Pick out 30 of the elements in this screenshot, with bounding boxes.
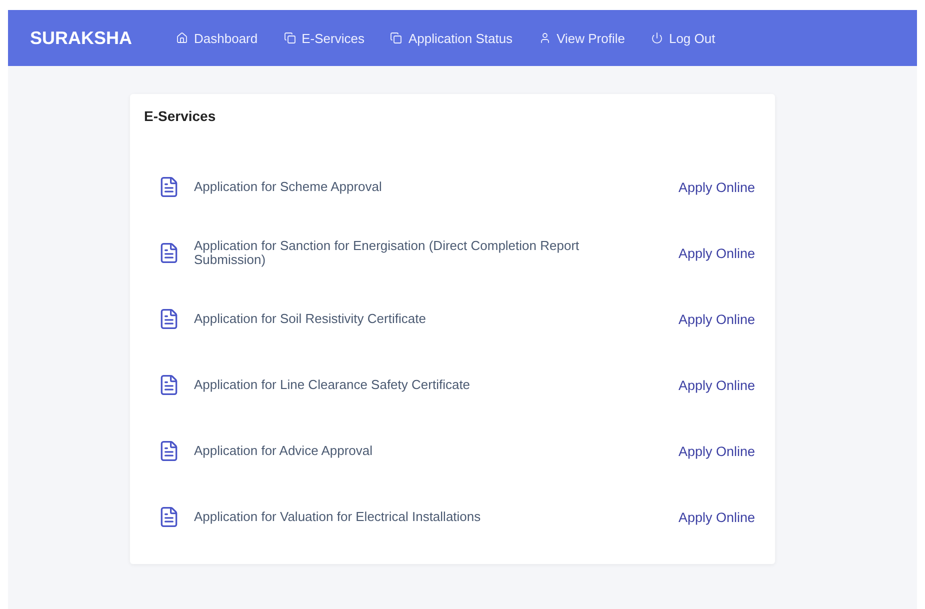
apply-online-link[interactable]: Apply Online — [678, 444, 755, 458]
document-icon — [158, 440, 180, 462]
apply-online-link[interactable]: Apply Online — [678, 180, 755, 194]
tabs-icon — [284, 32, 296, 44]
document-icon — [158, 374, 180, 396]
document-icon — [158, 176, 180, 198]
service-name: Application for Valuation for Electrical Installations — [194, 510, 482, 524]
document-icon — [158, 242, 180, 264]
nav-link[interactable]: Log Out — [650, 30, 716, 46]
nav-link[interactable]: View Profile — [538, 30, 625, 46]
apply-online-link[interactable]: Apply Online — [678, 378, 755, 392]
brand-logo[interactable]: SURAKSHA — [30, 28, 132, 48]
nav-link[interactable]: Application Status — [390, 30, 513, 46]
service-name: Application for Sanction for Energisation (Direct Completion Report Submission) — [194, 239, 580, 267]
power-icon — [650, 32, 663, 44]
service-name: Application for Advice Approval — [194, 444, 374, 458]
apply-online-link[interactable]: Apply Online — [678, 312, 755, 326]
service-name: Application for Soil Resistivity Certificate — [194, 312, 427, 326]
document-icon — [158, 308, 180, 330]
nav-link[interactable]: E-Services — [284, 30, 364, 46]
card-title: E-Services — [144, 108, 217, 124]
document-icon — [158, 506, 180, 528]
apply-online-link[interactable]: Apply Online — [678, 510, 755, 524]
nav-link[interactable]: Dashboard — [176, 30, 258, 46]
service-name: Application for Scheme Approval — [194, 180, 383, 194]
home-icon — [176, 32, 188, 44]
tabs-icon — [390, 32, 402, 44]
apply-online-link[interactable]: Apply Online — [678, 246, 755, 260]
user-icon — [538, 32, 551, 44]
service-name: Application for Line Clearance Safety Certificate — [194, 378, 472, 392]
